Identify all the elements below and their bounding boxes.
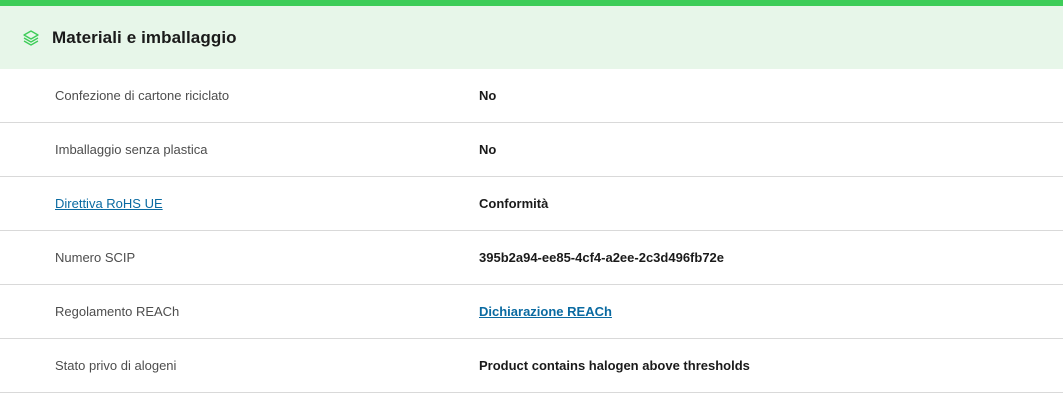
table-row: Direttiva RoHS UE Conformità [0,177,1063,231]
reach-declaration-link[interactable]: Dichiarazione REACh [479,304,612,319]
row-value-reach-cell: Dichiarazione REACh [479,304,612,319]
section-header[interactable]: Materiali e imballaggio [0,6,1063,69]
table-row: Confezione di cartone riciclato No [0,69,1063,123]
section-title: Materiali e imballaggio [52,27,237,47]
layers-icon [22,29,40,47]
table-row: Imballaggio senza plastica No [0,123,1063,177]
rohs-directive-link[interactable]: Direttiva RoHS UE [55,196,163,211]
row-label-scip-number: Numero SCIP [55,250,136,265]
row-label-plastic-free-packaging: Imballaggio senza plastica [55,142,208,157]
table-row: Stato privo di alogeni Product contains … [0,339,1063,393]
row-label-rohs-cell: Direttiva RoHS UE [0,196,479,211]
row-label-halogen-free-status: Stato privo di alogeni [55,358,177,373]
row-label-recycled-cardboard: Confezione di cartone riciclato [55,88,230,103]
table-row: Numero SCIP 395b2a94-ee85-4cf4-a2ee-2c3d… [0,231,1063,285]
row-value-rohs: Conformità [479,196,549,211]
row-value-recycled-cardboard: No [479,88,497,103]
row-value-halogen-free-status: Product contains halogen above threshold… [479,358,750,373]
table-row: Regolamento REACh Dichiarazione REACh [0,285,1063,339]
row-value-scip-number: 395b2a94-ee85-4cf4-a2ee-2c3d496fb72e [479,250,725,265]
row-value-plastic-free-packaging: No [479,142,497,157]
row-label-reach-regulation: Regolamento REACh [55,304,180,319]
materials-packaging-panel: Materiali e imballaggio Confezione di ca… [0,0,1063,393]
attributes-table: Confezione di cartone riciclato No Imbal… [0,69,1063,393]
